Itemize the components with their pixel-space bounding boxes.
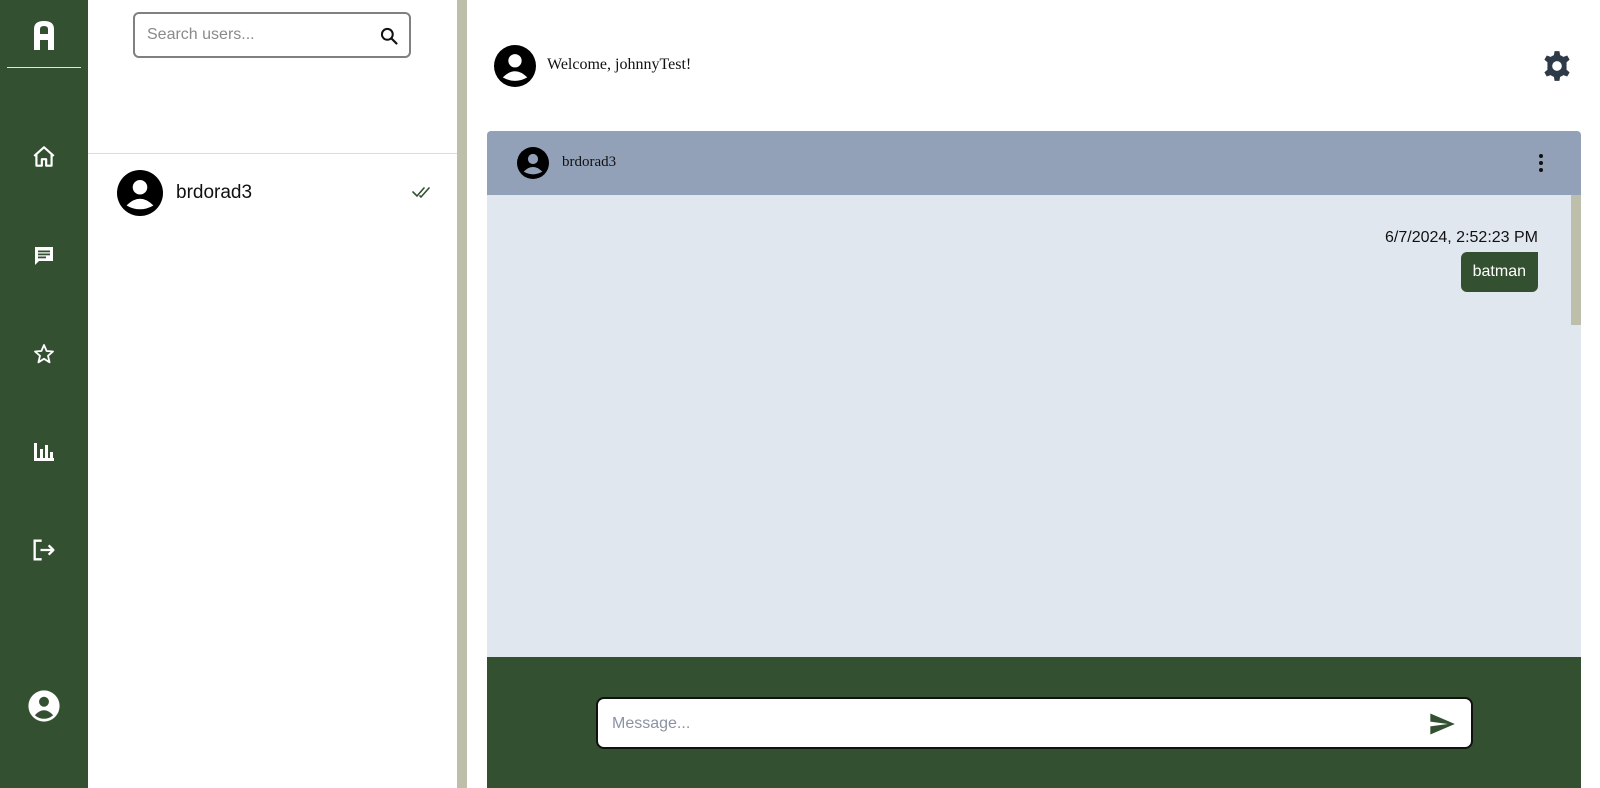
contact-name: brdorad3	[562, 154, 617, 170]
outgoing-message-bubble: batman	[1460, 252, 1538, 292]
message-timestamp: 6/7/2024, 2:52:23 PM	[1385, 229, 1538, 246]
nav-favorites-button[interactable]	[22, 332, 66, 376]
list-divider	[88, 153, 457, 154]
bar-chart-icon	[34, 443, 54, 461]
logo-divider	[7, 67, 81, 68]
nav-profile-button[interactable]	[22, 684, 66, 728]
home-icon	[33, 146, 55, 167]
gear-icon[interactable]	[1540, 49, 1574, 83]
logo-a-icon	[34, 21, 54, 50]
message-composer	[487, 657, 1581, 788]
side-nav	[0, 0, 88, 788]
star-icon	[34, 344, 54, 364]
double-check-icon	[412, 187, 430, 199]
chat-icon	[35, 247, 53, 265]
logout-icon	[33, 539, 55, 561]
more-options-icon[interactable]	[1537, 151, 1545, 175]
user-avatar-icon	[117, 170, 163, 216]
account-icon	[28, 690, 60, 722]
user-list-item[interactable]: brdorad3	[88, 165, 457, 221]
app-logo[interactable]	[0, 14, 88, 56]
user-list-panel: brdorad3	[88, 0, 457, 788]
scrollbar-thumb[interactable]	[1571, 195, 1581, 325]
search-input[interactable]	[135, 25, 369, 45]
chat-panel: brdorad3 6/7/2024, 2:52:23 PM batman	[487, 131, 1581, 788]
search-icon[interactable]	[379, 26, 399, 46]
user-search	[133, 12, 411, 58]
send-icon[interactable]	[1426, 710, 1458, 738]
current-user-avatar-icon	[494, 45, 536, 87]
message-input[interactable]	[610, 711, 1404, 737]
nav-home-button[interactable]	[22, 135, 66, 179]
panel-splitter[interactable]	[457, 0, 467, 788]
user-name: brdorad3	[176, 182, 253, 203]
chat-header: brdorad3	[487, 131, 1581, 195]
message-input-box	[596, 697, 1473, 749]
contact-avatar-icon	[517, 147, 549, 179]
nav-messages-button[interactable]	[22, 234, 66, 278]
welcome-message: Welcome, johnnyTest!	[547, 56, 692, 73]
message-list: 6/7/2024, 2:52:23 PM batman	[487, 195, 1581, 657]
nav-logout-button[interactable]	[22, 528, 66, 572]
nav-statistics-button[interactable]	[22, 430, 66, 474]
